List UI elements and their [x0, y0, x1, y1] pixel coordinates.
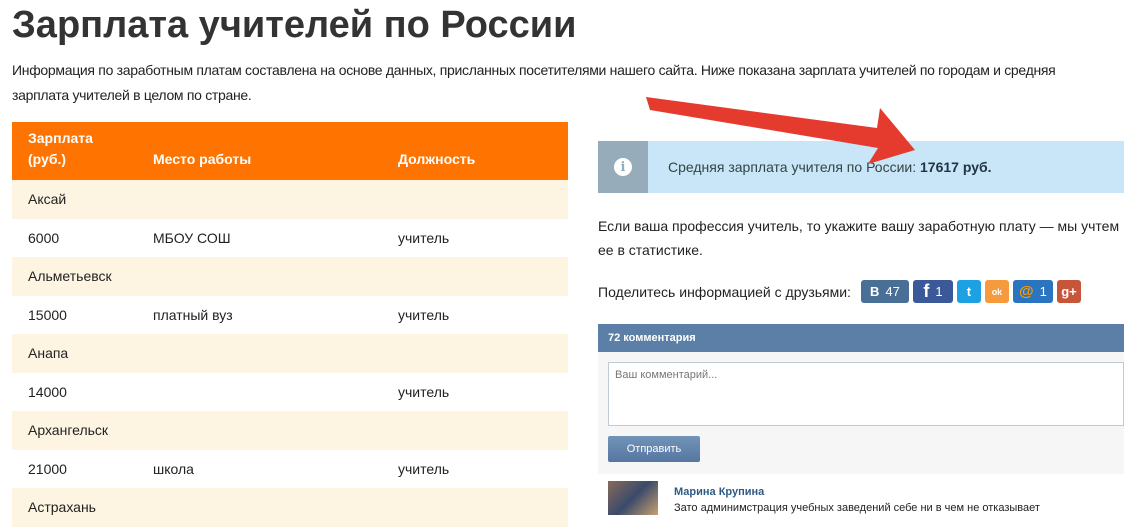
city-row: Аксай — [12, 180, 568, 219]
position-cell: учитель — [398, 460, 450, 477]
place-cell: платный вуз — [153, 306, 233, 323]
comments-widget: 72 комментария Ваш комментарий... Отправ… — [598, 324, 1124, 474]
mailru-icon: @ — [1019, 283, 1034, 300]
table-row: 21000 школа учитель — [12, 450, 568, 489]
salary-cell: 14000 — [28, 383, 67, 400]
table-row: 6000 МБОУ СОШ учитель — [12, 219, 568, 258]
page-title: Зарплата учителей по России — [12, 4, 577, 46]
facebook-count: 1 — [935, 284, 943, 299]
table-row: 15000 платный вуз учитель — [12, 296, 568, 335]
city-name: Аксай — [12, 180, 568, 219]
vk-count: 47 — [885, 284, 900, 299]
position-cell: учитель — [398, 229, 450, 246]
city-row: Астрахань — [12, 488, 568, 527]
average-salary-box: i Средняя зарплата учителя по России: 17… — [598, 141, 1124, 193]
salary-cell: 15000 — [28, 306, 67, 323]
intro-text: Информация по заработным платам составле… — [12, 62, 1056, 103]
city-row: Архангельск — [12, 411, 568, 450]
position-cell: учитель — [398, 383, 450, 400]
twitter-share-button[interactable]: t — [956, 280, 981, 303]
average-label: Средняя зарплата учителя по России: — [668, 159, 920, 175]
table-row: 14000 учитель — [12, 373, 568, 412]
col-place: Место работы — [137, 122, 382, 180]
odnoklassniki-share-button[interactable]: ok — [984, 280, 1009, 303]
city-row: Альметьевск — [12, 257, 568, 296]
info-icon: i — [614, 158, 632, 176]
salary-cell: 6000 — [28, 229, 60, 246]
twitter-icon: t — [966, 284, 972, 299]
position-cell: учитель — [398, 306, 450, 323]
city-name: Анапа — [12, 334, 568, 373]
odnoklassniki-icon: ok — [991, 286, 1003, 297]
city-row: Анапа — [12, 334, 568, 373]
share-bar: Поделитесь информацией с друзьями: В 47 f… — [598, 280, 1081, 303]
avatar — [608, 481, 658, 515]
send-button[interactable]: Отправить — [608, 436, 700, 462]
facebook-icon: f — [923, 281, 930, 301]
place-cell: школа — [153, 460, 194, 477]
facebook-share-button[interactable]: f1 — [912, 280, 953, 303]
salary-table: Зарплата (руб.) Место работы Должность А… — [12, 122, 568, 527]
vk-icon: В — [870, 284, 880, 299]
googleplus-share-button[interactable]: g+ — [1056, 280, 1081, 303]
average-value: 17617 руб. — [920, 159, 992, 175]
comment-input[interactable]: Ваш комментарий... — [608, 362, 1124, 426]
city-name: Архангельск — [12, 411, 568, 450]
city-name: Альметьевск — [12, 257, 568, 296]
comment-author[interactable]: Марина Крупина — [674, 486, 1040, 498]
comment-item: Марина Крупина Зато админимстрация учебн… — [608, 481, 1124, 515]
col-position: Должность — [382, 122, 568, 180]
col-salary: Зарплата (руб.) — [12, 122, 137, 180]
googleplus-icon: g+ — [1061, 284, 1077, 299]
comment-text: Зато админимстрация учебных заведений се… — [674, 502, 1040, 514]
comments-count: 72 комментария — [598, 324, 1124, 352]
vk-share-button[interactable]: В 47 — [860, 280, 909, 303]
prompt-text: Если ваша профессия учитель, то укажите … — [598, 218, 1120, 258]
city-name: Астрахань — [12, 488, 568, 527]
mailru-share-button[interactable]: @1 — [1012, 280, 1053, 303]
share-label: Поделитесь информацией с друзьями: — [598, 283, 851, 300]
mailru-count: 1 — [1039, 284, 1047, 299]
place-cell: МБОУ СОШ — [153, 229, 231, 246]
place-cell — [137, 373, 382, 412]
salary-cell: 21000 — [28, 460, 67, 477]
